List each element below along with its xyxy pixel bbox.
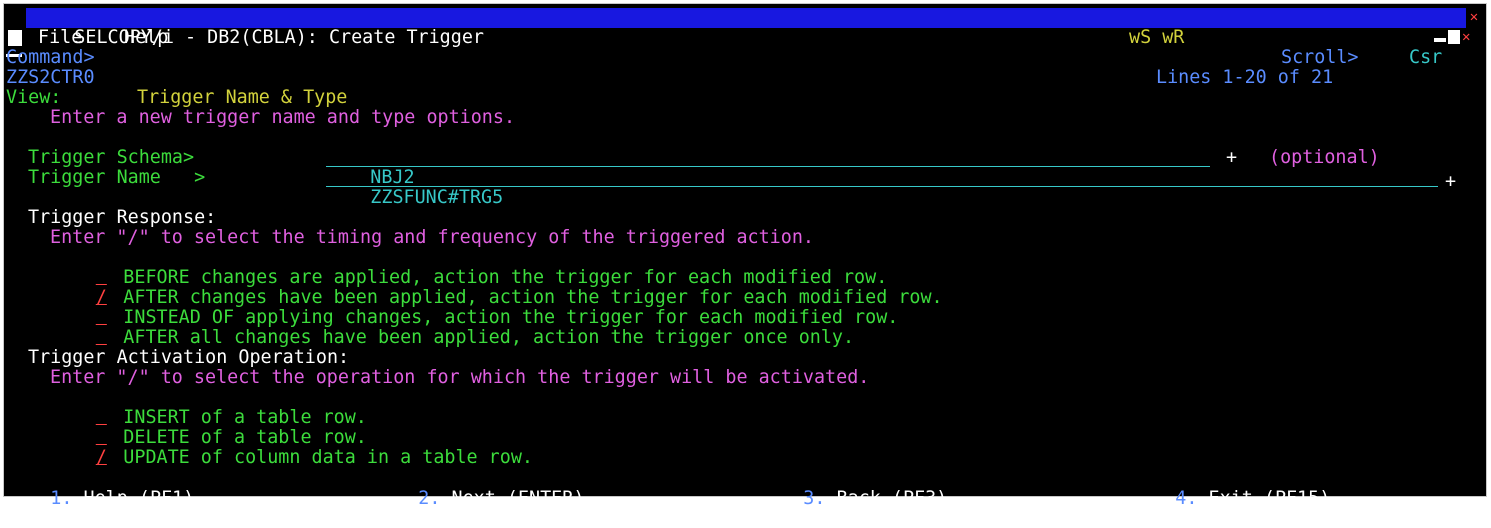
lines-info: Lines 1-20 of 21: [1156, 67, 1334, 88]
schema-label: Trigger Schema>: [28, 147, 195, 168]
name-label: Trigger Name >: [28, 167, 206, 188]
window-controls: ✕: [1434, 30, 1476, 46]
menu-file[interactable]: File: [38, 28, 82, 48]
activation-heading: Trigger Activation Operation:: [28, 347, 350, 368]
name-value: ZZSFUNC#TRG5: [370, 186, 504, 208]
instruction-text: Enter a new trigger name and type option…: [50, 107, 516, 128]
pfkey-exit[interactable]: 4. Exit (PF15): [1131, 469, 1330, 528]
terminal-screen: SELCOPY/i - DB2(CBLA): Create Trigger ✕ …: [3, 3, 1487, 508]
pfkey-back[interactable]: 3. Back (PF3): [759, 469, 947, 528]
schema-input[interactable]: NBJ2: [326, 148, 1210, 187]
window-menu-icon[interactable]: [6, 8, 22, 58]
menu-help[interactable]: Help: [124, 28, 168, 48]
pfkey-next[interactable]: 2. Next (ENTER): [374, 469, 584, 528]
response-heading: Trigger Response:: [28, 207, 217, 228]
close-icon[interactable]: ✕: [1464, 8, 1484, 28]
scroll-label: Scroll>: [1281, 47, 1359, 68]
scroll-value[interactable]: Csr: [1409, 48, 1442, 68]
minimize-icon[interactable]: [1434, 38, 1446, 42]
title-bar: SELCOPY/i - DB2(CBLA): Create Trigger: [26, 8, 1466, 47]
command-input[interactable]: [104, 48, 1144, 66]
activation-hint: Enter "/" to select the operation for wh…: [50, 367, 870, 388]
response-select-after-all[interactable]: [94, 328, 108, 348]
status-indicators: wS wR: [1129, 27, 1185, 48]
close-panel-icon[interactable]: ✕: [1462, 30, 1476, 44]
view-label: View:: [6, 87, 62, 108]
schema-optional-note: (optional): [1269, 147, 1380, 168]
menu-handle-icon: [8, 30, 22, 46]
command-label: Command>: [6, 47, 95, 68]
name-input[interactable]: ZZSFUNC#TRG5: [326, 168, 1438, 207]
activation-select-update[interactable]: /: [94, 447, 108, 468]
response-hint: Enter "/" to select the timing and frequ…: [50, 227, 814, 248]
panel-id: ZZS2CTR0: [6, 67, 95, 88]
maximize-icon[interactable]: [1448, 30, 1460, 44]
view-name: Trigger Name & Type: [137, 87, 348, 108]
name-prompt-icon[interactable]: +: [1445, 172, 1456, 192]
pfkey-help[interactable]: 1. Help (PF1): [6, 469, 194, 528]
schema-prompt-icon[interactable]: +: [1226, 148, 1237, 168]
